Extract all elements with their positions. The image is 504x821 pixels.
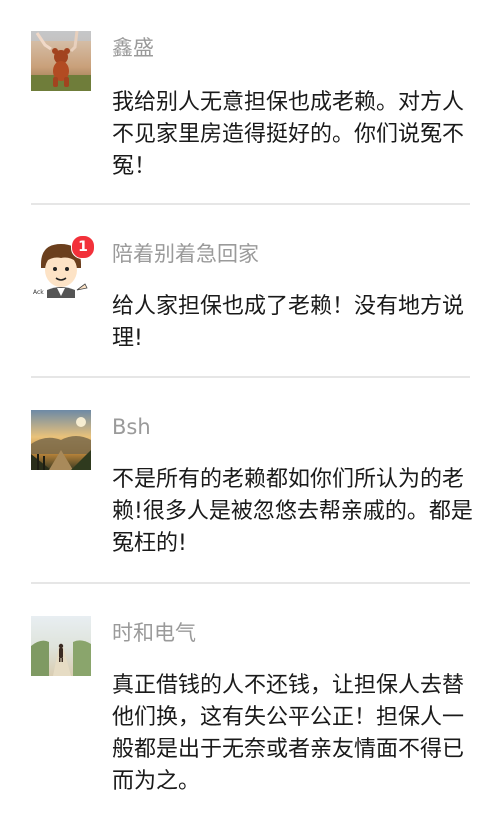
svg-text:Ack: Ack: [33, 289, 44, 296]
comment-divider: [31, 376, 470, 378]
country-road-photo-icon[interactable]: [31, 616, 91, 676]
comment-username[interactable]: 鑫盛: [112, 35, 154, 61]
comment-divider: [31, 203, 470, 205]
comment-divider: [31, 582, 470, 584]
comment-text: 给人家担保也成了老赖！没有地方说理!: [112, 294, 465, 351]
mountain-sunset-photo-icon[interactable]: [31, 410, 91, 470]
teddy-bear-photo-icon[interactable]: [31, 31, 91, 91]
comment-text: 不是所有的老赖都如你们所认为的老赖!很多人是被忽悠去帮亲戚的。都是冤枉的!: [112, 467, 473, 556]
comment-username[interactable]: 陪着别着急回家: [112, 241, 259, 267]
comment-text: 我给别人无意担保也成老赖。对方人不见家里房造得挺好的。你们说冤不冤！: [112, 90, 465, 179]
notification-badge: 1: [71, 235, 95, 259]
comment-text: 真正借钱的人不还钱，让担保人去替他们换，这有失公平公正！担保人一般都是出于无奈或…: [112, 673, 465, 794]
comment-username[interactable]: Bsh: [112, 414, 151, 440]
comment-username[interactable]: 时和电气: [112, 620, 196, 646]
